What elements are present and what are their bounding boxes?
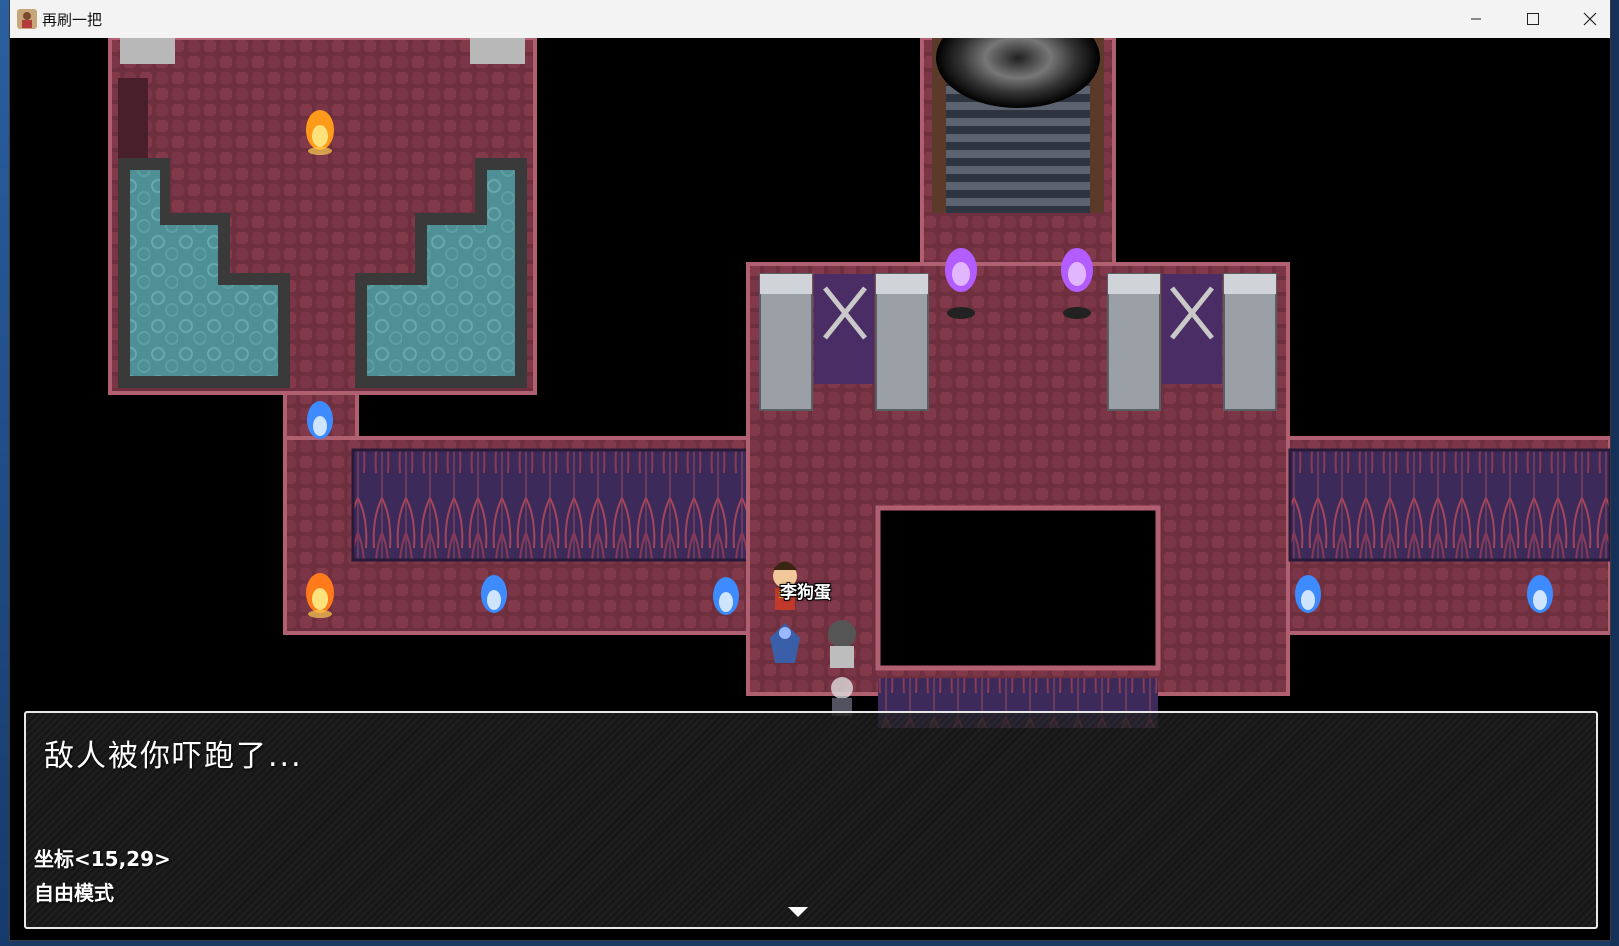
maximize-button[interactable] xyxy=(1504,0,1562,38)
blue-flame xyxy=(481,575,507,613)
maximize-icon xyxy=(1527,13,1539,25)
minimize-icon xyxy=(1471,18,1481,20)
character-name-tag: 李狗蛋 xyxy=(780,583,831,603)
close-button[interactable] xyxy=(1561,0,1610,38)
desktop-background-left xyxy=(0,0,10,946)
game-window: 再刷一把 李狗蛋 敌人被你吓跑了... 坐标<15,29> 自由模式 xyxy=(10,0,1610,940)
game-app-icon xyxy=(17,9,37,29)
desktop-background-right xyxy=(1610,0,1619,946)
blue-flame xyxy=(1295,575,1321,613)
blue-flame xyxy=(307,401,333,439)
coordinate-readout: 坐标<15,29> xyxy=(34,847,171,871)
window-title: 再刷一把 xyxy=(42,11,103,29)
blue-flame xyxy=(713,577,739,615)
minimize-button[interactable] xyxy=(1447,0,1505,38)
mode-label: 自由模式 xyxy=(34,881,114,905)
message-text: 敌人被你吓跑了... xyxy=(44,739,303,774)
blue-flame xyxy=(1527,575,1553,613)
message-window[interactable]: 敌人被你吓跑了... 坐标<15,29> 自由模式 xyxy=(24,711,1598,929)
title-bar[interactable]: 再刷一把 xyxy=(10,0,1610,39)
close-icon xyxy=(1583,12,1597,26)
down-triangle-icon[interactable] xyxy=(786,905,810,919)
